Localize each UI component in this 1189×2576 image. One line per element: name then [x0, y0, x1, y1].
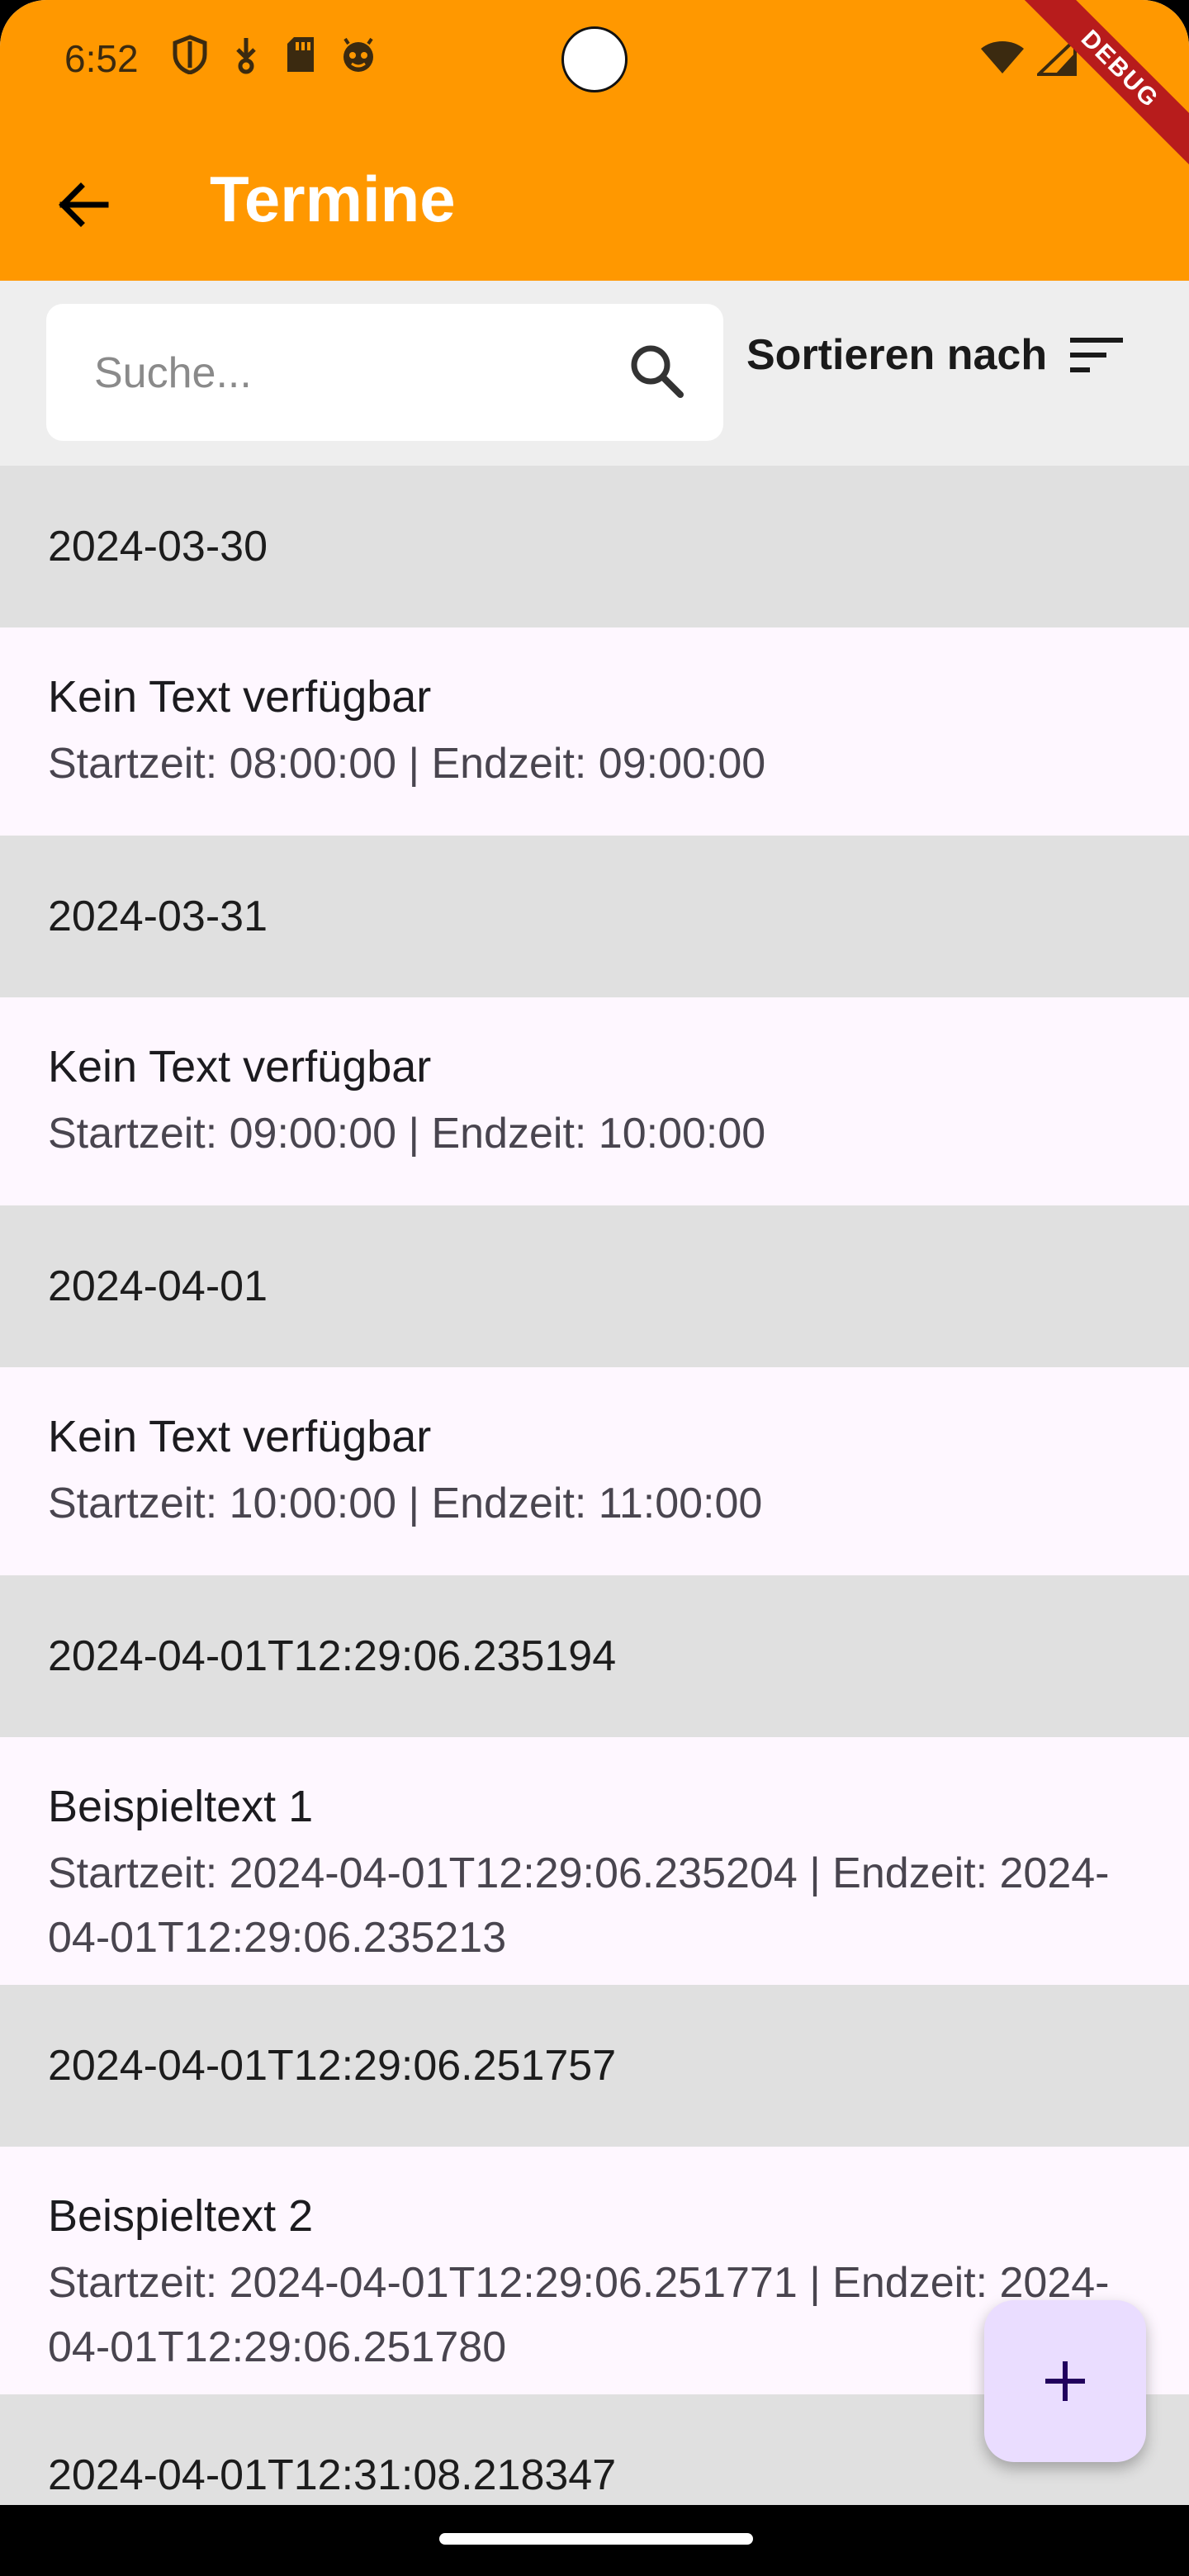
search-sort-bar: Sortieren nach — [0, 281, 1189, 466]
download-icon — [236, 38, 256, 74]
group-header: 2024-03-31 — [0, 836, 1189, 997]
list-item[interactable]: Beispieltext 1 Startzeit: 2024-04-01T12:… — [0, 1737, 1189, 1985]
search-box — [46, 304, 723, 443]
list-item[interactable]: Kein Text verfügbar Startzeit: 09:00:00 … — [0, 997, 1189, 1205]
back-button[interactable] — [48, 170, 117, 239]
status-time: 6:52 — [64, 37, 139, 80]
plus-icon — [1045, 2361, 1085, 2401]
item-subtitle: Startzeit: 10:00:00 | Endzeit: 11:00:00 — [48, 1480, 763, 1527]
sort-icon — [1070, 338, 1124, 372]
status-right-icons — [979, 38, 1077, 76]
sd-card-icon — [287, 37, 314, 72]
list-item[interactable]: Kein Text verfügbar Startzeit: 10:00:00 … — [0, 1367, 1189, 1575]
group-header: 2024-04-01T12:29:06.235194 — [0, 1575, 1189, 1737]
app-screen: 6:52 DEBUG Termine Sortieren nach 2024-0… — [0, 0, 1189, 2505]
home-gesture-handle[interactable] — [439, 2533, 753, 2545]
item-title: Kein Text verfügbar — [48, 1042, 432, 1091]
sort-button[interactable]: Sortieren nach — [746, 330, 1125, 380]
page-title: Termine — [210, 163, 456, 235]
appointment-list: 2024-03-30 Kein Text verfügbar Startzeit… — [0, 466, 1189, 2505]
list-item[interactable]: Kein Text verfügbar Startzeit: 08:00:00 … — [0, 627, 1189, 836]
item-title: Kein Text verfügbar — [48, 1412, 432, 1461]
group-header: 2024-03-30 — [0, 466, 1189, 627]
item-subtitle: Startzeit: 09:00:00 | Endzeit: 10:00:00 — [48, 1110, 766, 1158]
item-title: Kein Text verfügbar — [48, 672, 432, 722]
shield-icon — [173, 35, 207, 74]
group-header: 2024-04-01T12:29:06.251757 — [0, 1985, 1189, 2147]
wifi-icon — [981, 41, 1024, 73]
item-subtitle: Startzeit: 08:00:00 | Endzeit: 09:00:00 — [48, 740, 766, 788]
camera-cutout — [561, 26, 628, 92]
search-icon[interactable] — [624, 339, 690, 405]
add-appointment-button[interactable] — [984, 2300, 1146, 2462]
android-face-icon — [343, 37, 373, 72]
item-subtitle: Startzeit: 2024-04-01T12:29:06.235204 | … — [48, 1849, 1110, 1962]
item-title: Beispieltext 1 — [48, 1782, 314, 1831]
arrow-back-icon — [59, 182, 109, 227]
group-header: 2024-04-01 — [0, 1205, 1189, 1367]
item-title: Beispieltext 2 — [48, 2191, 314, 2241]
item-subtitle: Startzeit: 2024-04-01T12:29:06.251771 | … — [48, 2259, 1110, 2371]
sort-label: Sortieren nach — [746, 331, 1048, 379]
search-input[interactable] — [92, 304, 624, 443]
status-icons — [172, 35, 378, 74]
